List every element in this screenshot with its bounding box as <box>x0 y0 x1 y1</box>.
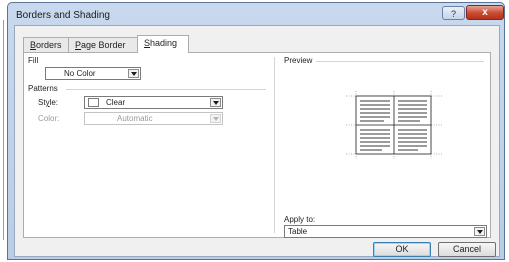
tab-page-border[interactable]: Page Border <box>68 37 138 52</box>
tab-label: age Border <box>81 40 126 50</box>
chevron-down-icon <box>477 230 483 234</box>
pattern-color-value: Automatic <box>117 114 153 123</box>
patterns-section-label: Patterns <box>28 84 58 93</box>
chevron-down-icon <box>131 72 137 76</box>
color-label: Color: <box>38 114 60 123</box>
dialog-title: Borders and Shading <box>16 10 110 21</box>
ok-button[interactable]: OK <box>373 242 431 257</box>
style-label-suffix: le: <box>49 98 59 107</box>
borders-and-shading-dialog: Borders and Shading ? x Borders Page Bor… <box>7 2 505 260</box>
pattern-style-dropdown[interactable]: Clear <box>84 96 223 109</box>
apply-to-label: Apply to: <box>284 215 316 224</box>
cancel-button[interactable]: Cancel <box>438 242 496 257</box>
apply-dropdown-arrow-button[interactable] <box>474 227 485 236</box>
apply-to-value: Table <box>288 227 308 236</box>
pattern-swatch <box>88 98 99 107</box>
fill-dropdown-arrow-button[interactable] <box>128 69 139 78</box>
patterns-divider <box>66 89 266 90</box>
preview-label: Preview <box>284 56 313 65</box>
style-label-prefix: St <box>38 98 46 107</box>
pattern-color-dropdown: Automatic <box>84 112 223 125</box>
tab-label: hading <box>150 38 178 48</box>
section-divider <box>274 57 275 233</box>
style-label: Style: <box>38 98 58 107</box>
preview-divider <box>316 61 484 62</box>
color-dropdown-arrow-button <box>210 114 221 123</box>
shading-panel: Fill No Color Patterns Style: Clear Colo… <box>23 52 491 238</box>
style-dropdown-arrow-button[interactable] <box>210 98 221 107</box>
tab-label: orders <box>36 40 62 50</box>
pattern-style-value: Clear <box>106 98 126 107</box>
fill-color-value: No Color <box>64 69 96 78</box>
fill-section-label: Fill <box>28 56 39 65</box>
document-margin-line <box>3 20 4 240</box>
table-preview-graphic[interactable] <box>334 91 444 161</box>
tab-borders[interactable]: Borders <box>23 37 69 52</box>
chevron-down-icon <box>213 101 219 105</box>
chevron-down-icon <box>213 117 219 121</box>
dialog-client-area: Borders Page Border Shading Fill No Colo… <box>14 25 500 257</box>
fill-color-dropdown[interactable]: No Color <box>45 67 141 80</box>
tab-shading[interactable]: Shading <box>137 35 189 53</box>
close-button[interactable]: x <box>466 5 504 20</box>
apply-to-dropdown[interactable]: Table <box>284 225 487 238</box>
help-button[interactable]: ? <box>442 6 465 20</box>
